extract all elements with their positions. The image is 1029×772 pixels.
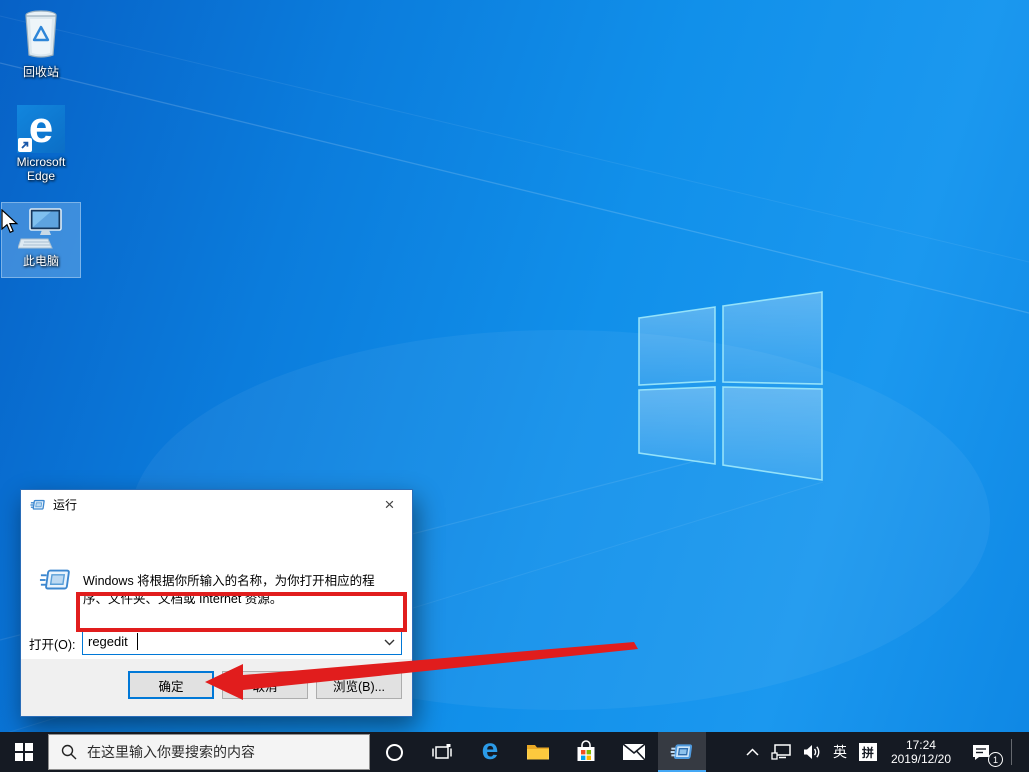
cortana-button[interactable] [370, 732, 418, 772]
run-app-icon [670, 744, 693, 759]
system-tray: 英 拼 17:24 2019/12/20 1 [744, 732, 1029, 772]
network-tray-button[interactable] [769, 732, 793, 772]
browse-button[interactable]: 浏览(B)... [316, 671, 402, 699]
text-caret [137, 633, 138, 650]
action-center-button[interactable]: 1 [963, 732, 1003, 772]
dialog-footer: 确定 取消 浏览(B)... [21, 659, 412, 716]
dialog-titlebar: 运行 × [21, 490, 412, 519]
taskbar-file-explorer-button[interactable] [514, 732, 562, 772]
file-explorer-icon [527, 745, 549, 760]
mail-icon [622, 743, 646, 761]
desktop-icon-this-pc[interactable]: 此电脑 [1, 202, 81, 278]
task-view-icon [432, 744, 452, 759]
dialog-title: 运行 [53, 498, 78, 512]
run-command-input[interactable] [83, 629, 379, 654]
ok-button[interactable]: 确定 [128, 671, 214, 699]
tray-expand-button[interactable] [744, 732, 761, 772]
edge-logo-glyph: e [28, 102, 54, 152]
dialog-description: Windows 将根据你所输入的名称，为你打开相应的程序、文件夹、文档或 Int… [83, 574, 375, 606]
show-desktop-button[interactable] [1020, 732, 1025, 772]
run-dialog: 运行 × Windows 将根据你所输入的名称，为你打开相应的程序、文件夹、文档… [20, 489, 413, 717]
taskbar-mail-button[interactable] [610, 732, 658, 772]
open-combobox[interactable] [82, 628, 402, 655]
volume-tray-button[interactable] [801, 732, 823, 772]
cortana-icon [385, 743, 403, 761]
taskbar-store-button[interactable] [562, 732, 610, 772]
clock-date: 2019/12/20 [890, 752, 951, 766]
windows-logo-icon [15, 743, 33, 761]
cancel-button[interactable]: 取消 [222, 671, 308, 699]
taskbar-run-app-button[interactable] [658, 732, 706, 772]
taskbar: e [0, 732, 1029, 772]
start-button[interactable] [0, 732, 48, 772]
desktop-icon-label: 此电脑 [22, 254, 59, 268]
recycle-bin-icon [25, 10, 57, 58]
network-icon [771, 744, 791, 760]
taskbar-edge-button[interactable]: e [466, 732, 514, 772]
light-ray [0, 62, 1029, 314]
chevron-up-icon [746, 748, 759, 756]
this-pc-icon [18, 208, 62, 249]
run-icon [30, 499, 45, 510]
dialog-body: Windows 将根据你所输入的名称，为你打开相应的程序、文件夹、文档或 Int… [21, 519, 412, 660]
taskbar-search[interactable] [48, 734, 370, 770]
speaker-icon [803, 745, 820, 759]
search-icon [61, 744, 77, 760]
close-button[interactable]: × [367, 490, 412, 519]
windows-logo-panes [638, 291, 823, 481]
show-desktop-divider [1011, 739, 1012, 765]
run-icon-large [39, 569, 70, 590]
chevron-down-icon[interactable] [384, 639, 395, 646]
desktop-icon-microsoft-edge[interactable]: e Microsoft Edge [2, 102, 80, 183]
notification-badge: 1 [988, 752, 1003, 767]
desktop-icon-label: Microsoft Edge [16, 155, 66, 183]
microsoft-store-icon [577, 740, 595, 761]
shortcut-arrow-icon [18, 138, 32, 152]
desktop: 回收站 e Microsoft Edge 此电脑 运行 × Windows 将根… [0, 0, 1029, 772]
desktop-icon-recycle-bin[interactable]: 回收站 [2, 4, 80, 79]
search-input[interactable] [87, 744, 347, 760]
desktop-icon-label: 回收站 [22, 65, 59, 79]
task-view-button[interactable] [418, 732, 466, 772]
ime-language-indicator[interactable]: 英 [831, 732, 849, 772]
edge-icon: e [481, 733, 499, 766]
edge-icon: e [17, 105, 65, 153]
open-label: 打开(O): [29, 638, 76, 652]
ime-mode-indicator[interactable]: 拼 [857, 732, 879, 772]
clock-time: 17:24 [905, 738, 936, 752]
light-ray [0, 15, 1029, 263]
taskbar-clock[interactable]: 17:24 2019/12/20 [887, 732, 955, 772]
